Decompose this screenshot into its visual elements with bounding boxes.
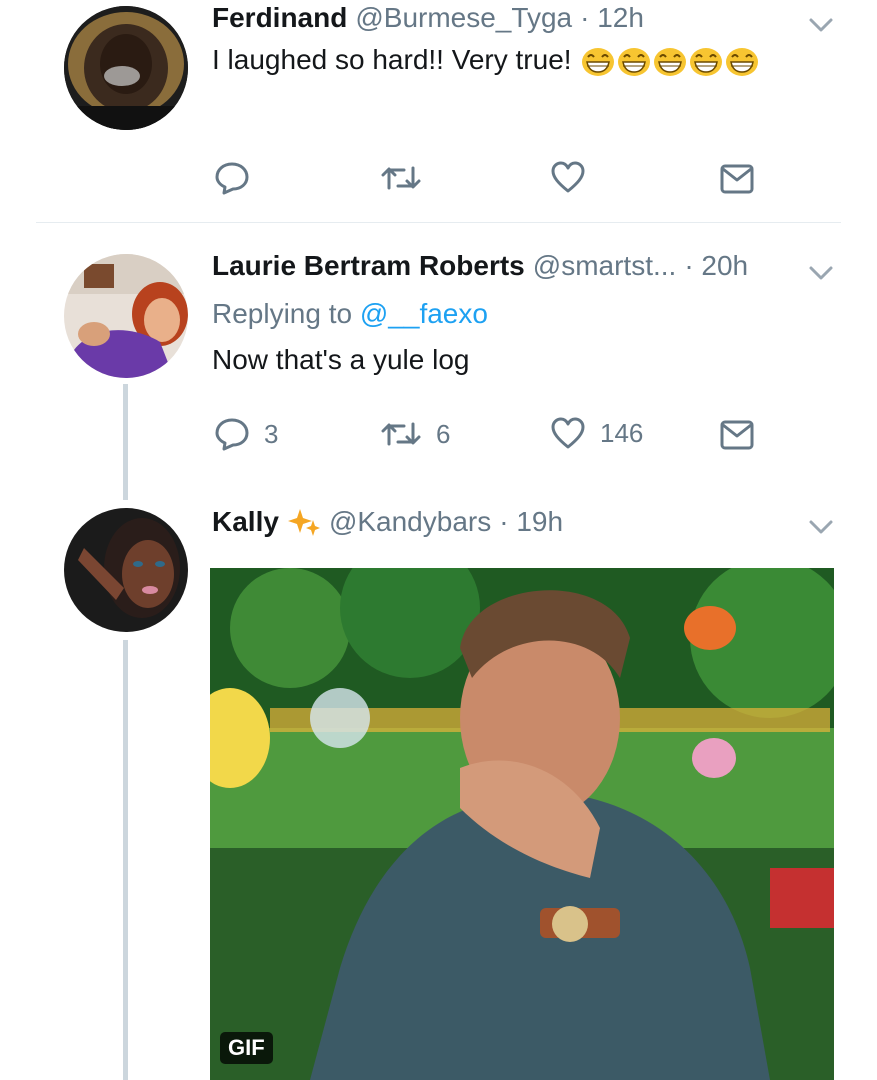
reply-count: 3 — [264, 418, 279, 449]
sparkle-icon — [287, 509, 320, 536]
dm-button[interactable] — [720, 164, 754, 194]
tweet-text: I laughed so hard!! Very true! — [212, 44, 759, 77]
retweet-button[interactable] — [380, 162, 436, 194]
replying-to-prefix: Replying to — [212, 298, 353, 329]
dm-icon — [720, 420, 754, 450]
tweet-text-content: I laughed so hard!! Very true! — [212, 44, 572, 75]
like-button[interactable] — [550, 160, 600, 194]
replying-to-line: Replying to @__faexo — [212, 298, 488, 330]
author-name[interactable]: Kally — [212, 506, 279, 538]
author-handle[interactable]: @Kandybars — [329, 506, 491, 538]
tweet-time[interactable]: · 19h — [499, 506, 563, 538]
author-handle[interactable]: @smartst... — [533, 250, 677, 282]
retweet-button[interactable]: 6 — [380, 418, 450, 450]
gif-badge: GIF — [220, 1032, 273, 1064]
like-icon — [551, 417, 585, 449]
gif-preview-image — [210, 568, 834, 1080]
like-count: 146 — [600, 417, 644, 448]
tweet-text: Now that's a yule log — [212, 344, 470, 375]
replying-to-handle[interactable]: @__faexo — [360, 298, 488, 329]
chevron-down-icon[interactable] — [808, 518, 834, 536]
reply-icon — [215, 162, 249, 195]
dm-icon — [720, 164, 754, 194]
laughing-emoji-icon — [690, 47, 723, 76]
thread-line — [123, 640, 128, 1080]
laughing-emoji-icon — [726, 47, 759, 76]
retweet-icon — [381, 166, 421, 190]
thread-line — [123, 384, 128, 500]
author-name[interactable]: Ferdinand — [212, 2, 347, 34]
laughing-emoji-row — [579, 44, 759, 76]
like-icon — [551, 161, 585, 193]
avatar-laurie[interactable] — [64, 254, 188, 378]
dm-button[interactable] — [720, 420, 754, 450]
laughing-emoji-icon — [618, 47, 651, 76]
laughing-emoji-icon — [582, 47, 615, 76]
retweet-icon — [381, 422, 421, 446]
chevron-down-icon[interactable] — [808, 16, 834, 34]
tweet-time[interactable]: · 20h — [684, 250, 748, 282]
reply-icon — [215, 418, 249, 451]
reply-button[interactable] — [214, 160, 264, 196]
tweet-header: Kally @Kandybars · 19h — [212, 506, 563, 538]
tweet-header: Ferdinand @Burmese_Tyga · 12h — [212, 2, 644, 34]
tweet-divider — [36, 222, 841, 223]
like-button[interactable]: 146 — [550, 416, 643, 450]
author-handle[interactable]: @Burmese_Tyga — [355, 2, 572, 34]
laughing-emoji-icon — [654, 47, 687, 76]
gif-media[interactable]: GIF — [210, 568, 834, 1080]
tweet-time[interactable]: · 12h — [580, 2, 644, 34]
retweet-count: 6 — [436, 418, 451, 449]
chevron-down-icon[interactable] — [808, 264, 834, 282]
avatar-kally[interactable] — [64, 508, 188, 632]
reply-button[interactable]: 3 — [214, 416, 278, 452]
author-name[interactable]: Laurie Bertram Roberts — [212, 250, 525, 282]
avatar-ferdinand[interactable] — [64, 6, 188, 130]
tweet-header: Laurie Bertram Roberts @smartst... · 20h — [212, 250, 748, 282]
